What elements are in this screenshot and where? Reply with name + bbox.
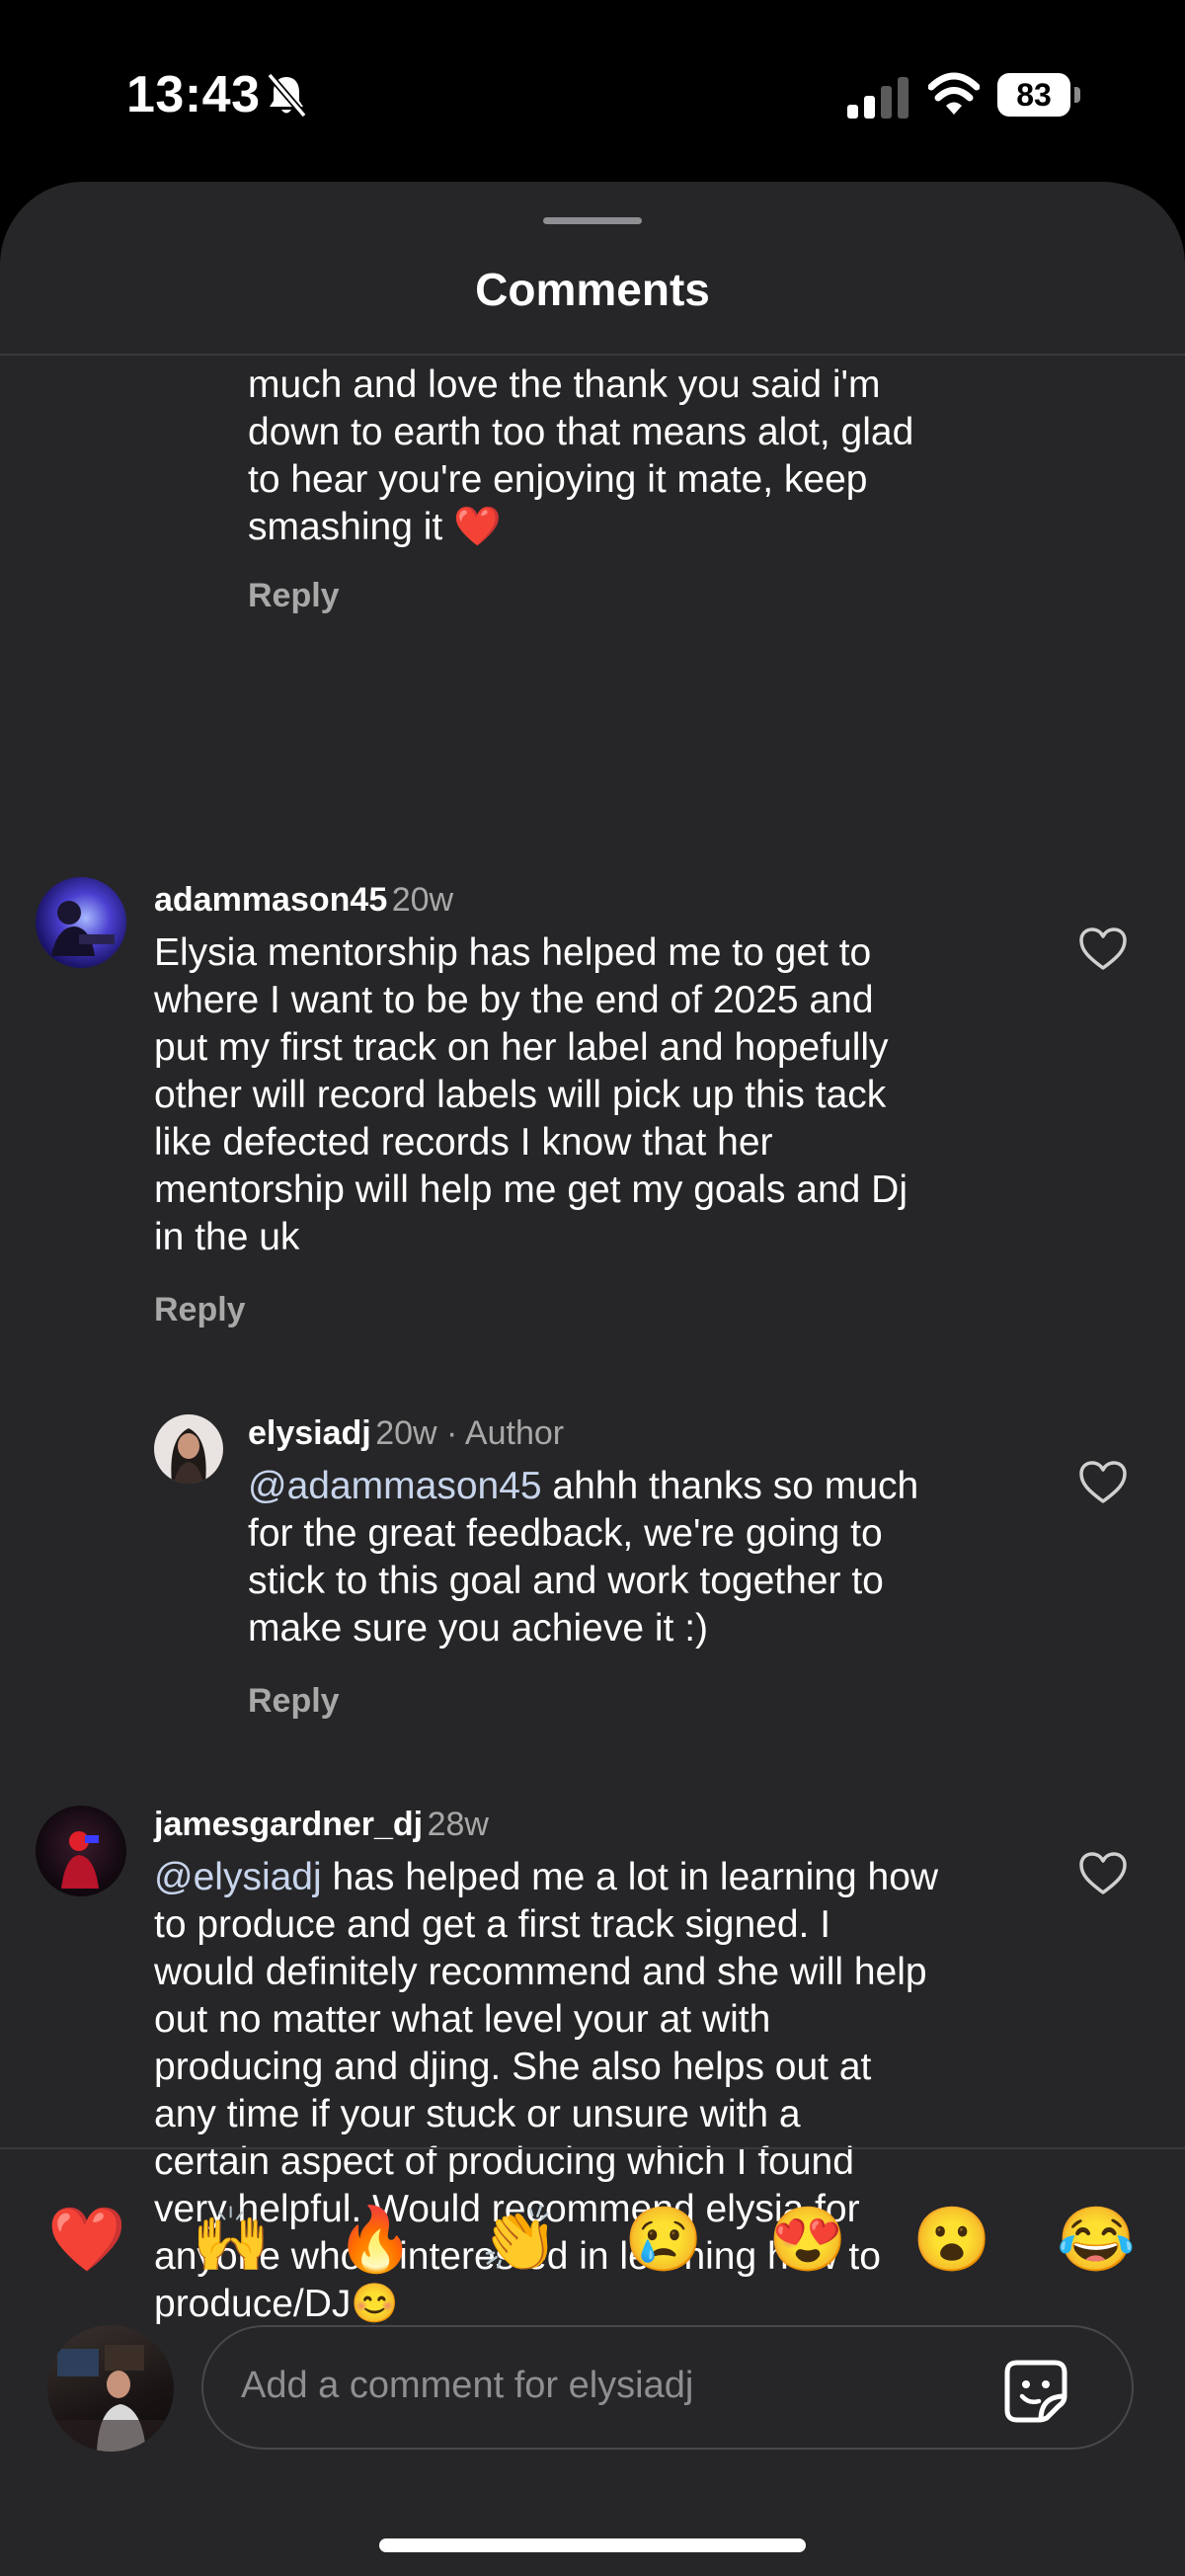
comment-username[interactable]: adammason45: [154, 881, 387, 919]
reaction-clap[interactable]: 👏: [480, 2205, 559, 2274]
avatar-photo: [171, 1428, 206, 1484]
current-user-avatar: [47, 2325, 174, 2452]
comment-username[interactable]: elysiadj: [248, 1414, 371, 1452]
sheet-title: Comments: [475, 264, 710, 315]
heart-outline-icon[interactable]: [1078, 1460, 1128, 1505]
heart-outline-icon[interactable]: [1078, 1851, 1128, 1896]
reaction-heart[interactable]: ❤️: [47, 2205, 126, 2274]
mention-link[interactable]: @elysiadj: [154, 1856, 322, 1898]
wifi-icon: [928, 72, 980, 115]
mention-link[interactable]: @adammason45: [248, 1465, 542, 1507]
reply-comment-partial: much and love the thank you said i'm dow…: [248, 362, 1038, 615]
comment-time: 28w: [427, 1806, 489, 1843]
home-indicator[interactable]: [379, 2538, 806, 2552]
reply-button[interactable]: Reply: [154, 1291, 1023, 1329]
avatar[interactable]: [36, 1806, 126, 1896]
avatar-photo: [51, 901, 115, 956]
cellular-signal-icon: [847, 77, 908, 119]
reaction-raised-hands[interactable]: 🙌: [192, 2205, 271, 2274]
heart-outline-icon[interactable]: [1078, 926, 1128, 972]
status-time: 13:43: [126, 66, 261, 123]
reaction-laughing[interactable]: 😂: [1057, 2205, 1136, 2274]
reaction-crying[interactable]: 😢: [624, 2205, 703, 2274]
comment-time: 20w · Author: [375, 1414, 565, 1452]
comment-input[interactable]: Add a comment for elysiadj: [201, 2325, 1134, 2450]
status-bar: 13:43 83: [0, 0, 1185, 188]
comment-elysiadj: elysiadj 20w · Author @adammason45 ahhh …: [248, 1414, 1018, 1721]
avatar-photo: [47, 2345, 174, 2452]
comment-body: adammason45 20w Elysia mentorship has he…: [154, 881, 1023, 1329]
comment-jamesgardner_dj: jamesgardner_dj 28w @elysiadj has helped…: [154, 1806, 1043, 2328]
sticker-icon[interactable]: [1003, 2359, 1068, 2424]
comment-input-placeholder: Add a comment for elysiadj: [241, 2365, 694, 2406]
comment-text: @elysiadj has helped me a lot in learnin…: [154, 1854, 1043, 2328]
bell-slash-icon: [267, 72, 307, 119]
avatar-photo: [61, 1831, 99, 1889]
battery-level: 83: [997, 73, 1070, 117]
sheet-grabber[interactable]: [543, 217, 642, 224]
reaction-heart-eyes[interactable]: 😍: [768, 2205, 847, 2274]
reaction-fire[interactable]: 🔥: [336, 2205, 415, 2274]
comment-text: @adammason45 ahhh thanks so much for the…: [248, 1463, 1018, 1652]
avatar[interactable]: [154, 1414, 223, 1484]
battery-indicator: 83: [997, 73, 1080, 117]
comment-time: 20w: [391, 881, 454, 919]
reactions-divider: [0, 2147, 1185, 2149]
comments-list[interactable]: much and love the thank you said i'm dow…: [0, 356, 1185, 2329]
comment-username[interactable]: jamesgardner_dj: [154, 1806, 423, 1843]
battery-nub: [1074, 87, 1080, 103]
comment-text: Elysia mentorship has helped me to get t…: [154, 931, 908, 1258]
reply-button[interactable]: Reply: [248, 577, 1038, 615]
comment-text: much and love the thank you said i'm dow…: [248, 363, 914, 548]
reply-button[interactable]: Reply: [248, 1682, 1018, 1721]
comments-sheet: Comments much and love the thank you sai…: [0, 182, 1185, 2576]
reaction-surprised[interactable]: 😮: [912, 2205, 991, 2274]
avatar[interactable]: [36, 877, 126, 968]
